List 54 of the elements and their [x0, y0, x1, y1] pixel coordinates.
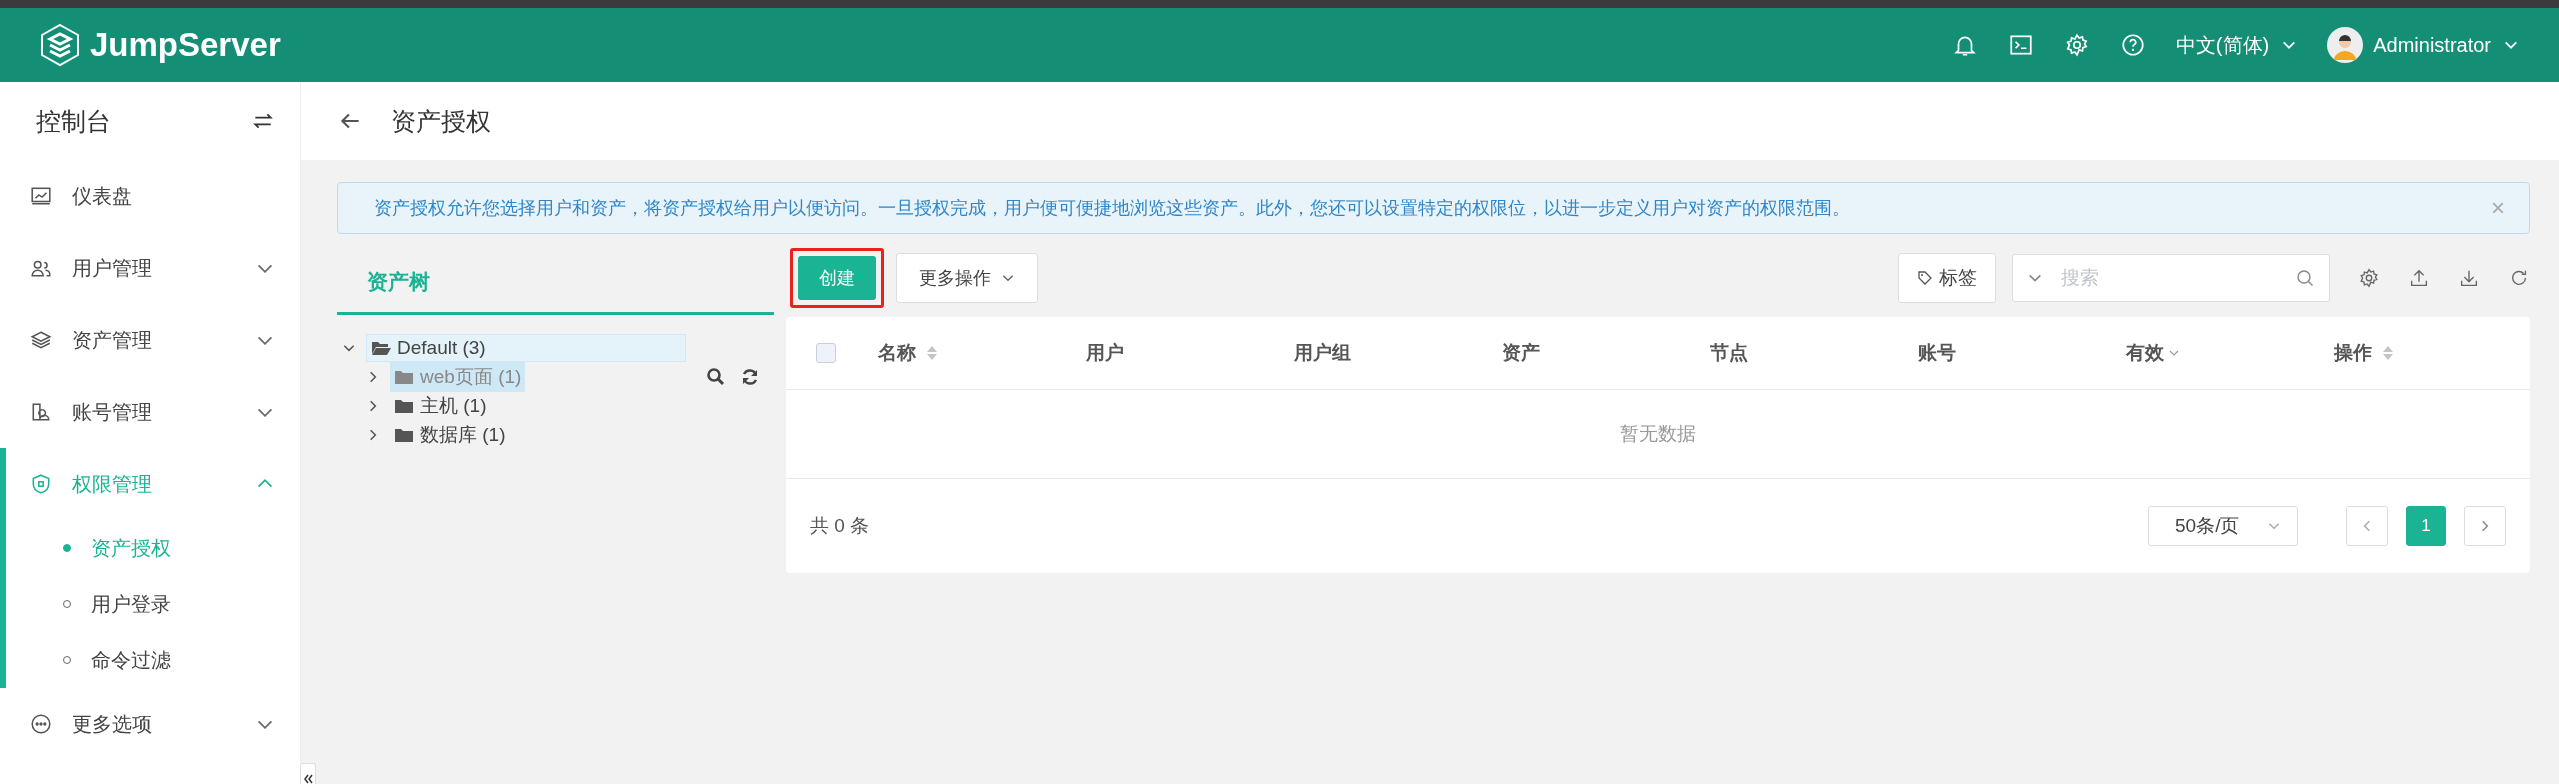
shield-icon [30, 473, 52, 495]
user-menu[interactable]: Administrator [2373, 29, 2519, 61]
tag-icon [1917, 270, 1933, 286]
chart-icon [30, 185, 52, 207]
refresh-icon[interactable] [740, 366, 760, 387]
column-header[interactable]: 用户组 [1282, 340, 1490, 366]
folder-open-icon [371, 339, 391, 356]
help-icon[interactable] [2119, 32, 2146, 58]
language-dropdown[interactable]: 中文(简体) [2175, 27, 2298, 63]
sort-icon [926, 345, 938, 361]
sidebar-item[interactable]: 仪表盘 [6, 160, 300, 232]
logo-text: JumpServer [90, 26, 281, 64]
column-header[interactable]: 用户 [1074, 340, 1282, 366]
sidebar-title: 控制台 [36, 105, 111, 137]
column-header[interactable]: 操作 [2322, 340, 2530, 366]
more-icon [30, 713, 52, 735]
layers-icon [30, 329, 52, 351]
folder-icon [394, 368, 414, 385]
tag-button[interactable]: 标签 [1898, 253, 1996, 303]
column-header[interactable]: 账号 [1906, 340, 2114, 366]
sidebar-item[interactable]: 更多选项 [6, 688, 300, 760]
search-icon[interactable] [706, 366, 726, 387]
alert-text: 资产授权允许您选择用户和资产，将资产授权给用户以便访问。一旦授权完成，用户便可便捷地浏览这些资产。此外，您还可以设置特定的权限位，以进一步定义用户对资产的权限范围。 [374, 197, 1850, 220]
tree-node[interactable]: Default (3) [366, 333, 686, 362]
column-header[interactable]: 有效 [2114, 340, 2322, 366]
search-box[interactable]: 搜索 [2012, 254, 2330, 302]
search-icon [2295, 268, 2315, 288]
total-count: 共 0 条 [810, 514, 870, 538]
page-title: 资产授权 [391, 105, 491, 137]
logo-icon [40, 23, 80, 67]
sort-icon [2382, 345, 2394, 361]
sidebar-item[interactable]: 账号管理 [6, 376, 300, 448]
more-actions-dropdown[interactable]: 更多操作 [896, 253, 1038, 303]
folder-icon [394, 426, 414, 443]
submenu-item[interactable]: 命令过滤 [6, 632, 300, 688]
column-header[interactable]: 资产 [1490, 340, 1698, 366]
upload-icon[interactable] [2408, 267, 2430, 289]
settings-icon[interactable] [2358, 267, 2380, 289]
page-size-select[interactable]: 50条/页 [2148, 506, 2298, 546]
sidebar-item[interactable]: 资产管理 [6, 304, 300, 376]
double-chevron-icon [302, 772, 314, 784]
tree-node[interactable]: 数据库 (1) [390, 419, 510, 450]
submenu-item[interactable]: 用户登录 [6, 576, 300, 632]
column-header[interactable]: 名称 [866, 340, 1074, 366]
select-all-checkbox[interactable] [816, 343, 836, 363]
column-header[interactable]: 节点 [1698, 340, 1906, 366]
empty-text: 暂无数据 [1620, 422, 1696, 446]
avatar [2327, 27, 2364, 63]
folder-icon [394, 397, 414, 414]
tree-node[interactable]: 主机 (1) [390, 390, 491, 421]
terminal-icon[interactable] [2007, 32, 2034, 58]
contact-card-icon [30, 401, 52, 423]
collapse-handle[interactable] [300, 763, 316, 784]
sidebar-item[interactable]: 用户管理 [6, 232, 300, 304]
